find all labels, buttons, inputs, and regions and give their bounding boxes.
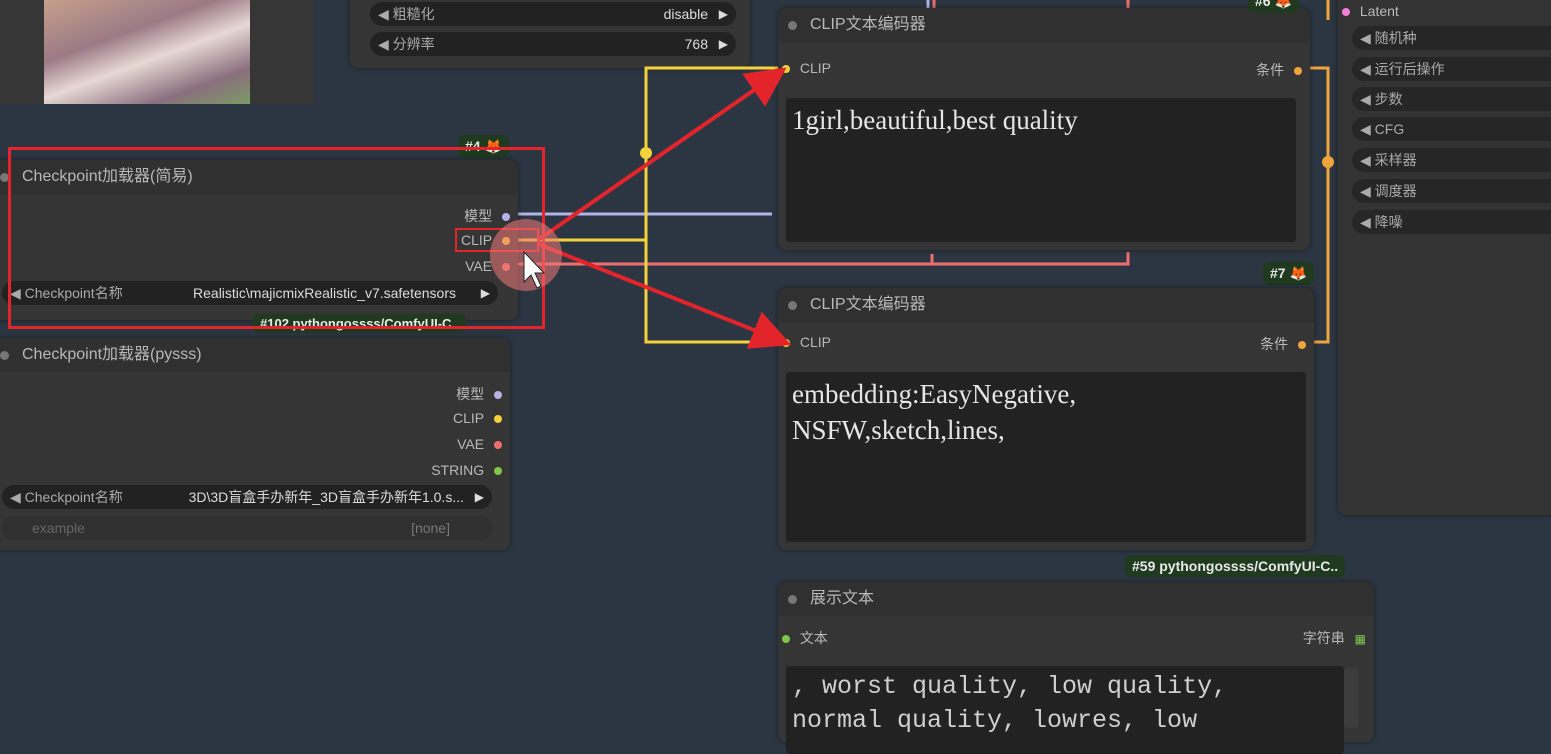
arrow-to-clip-1 <box>536 67 787 242</box>
annotation-arrows <box>490 67 792 349</box>
arrow-to-clip-2 <box>537 242 792 349</box>
